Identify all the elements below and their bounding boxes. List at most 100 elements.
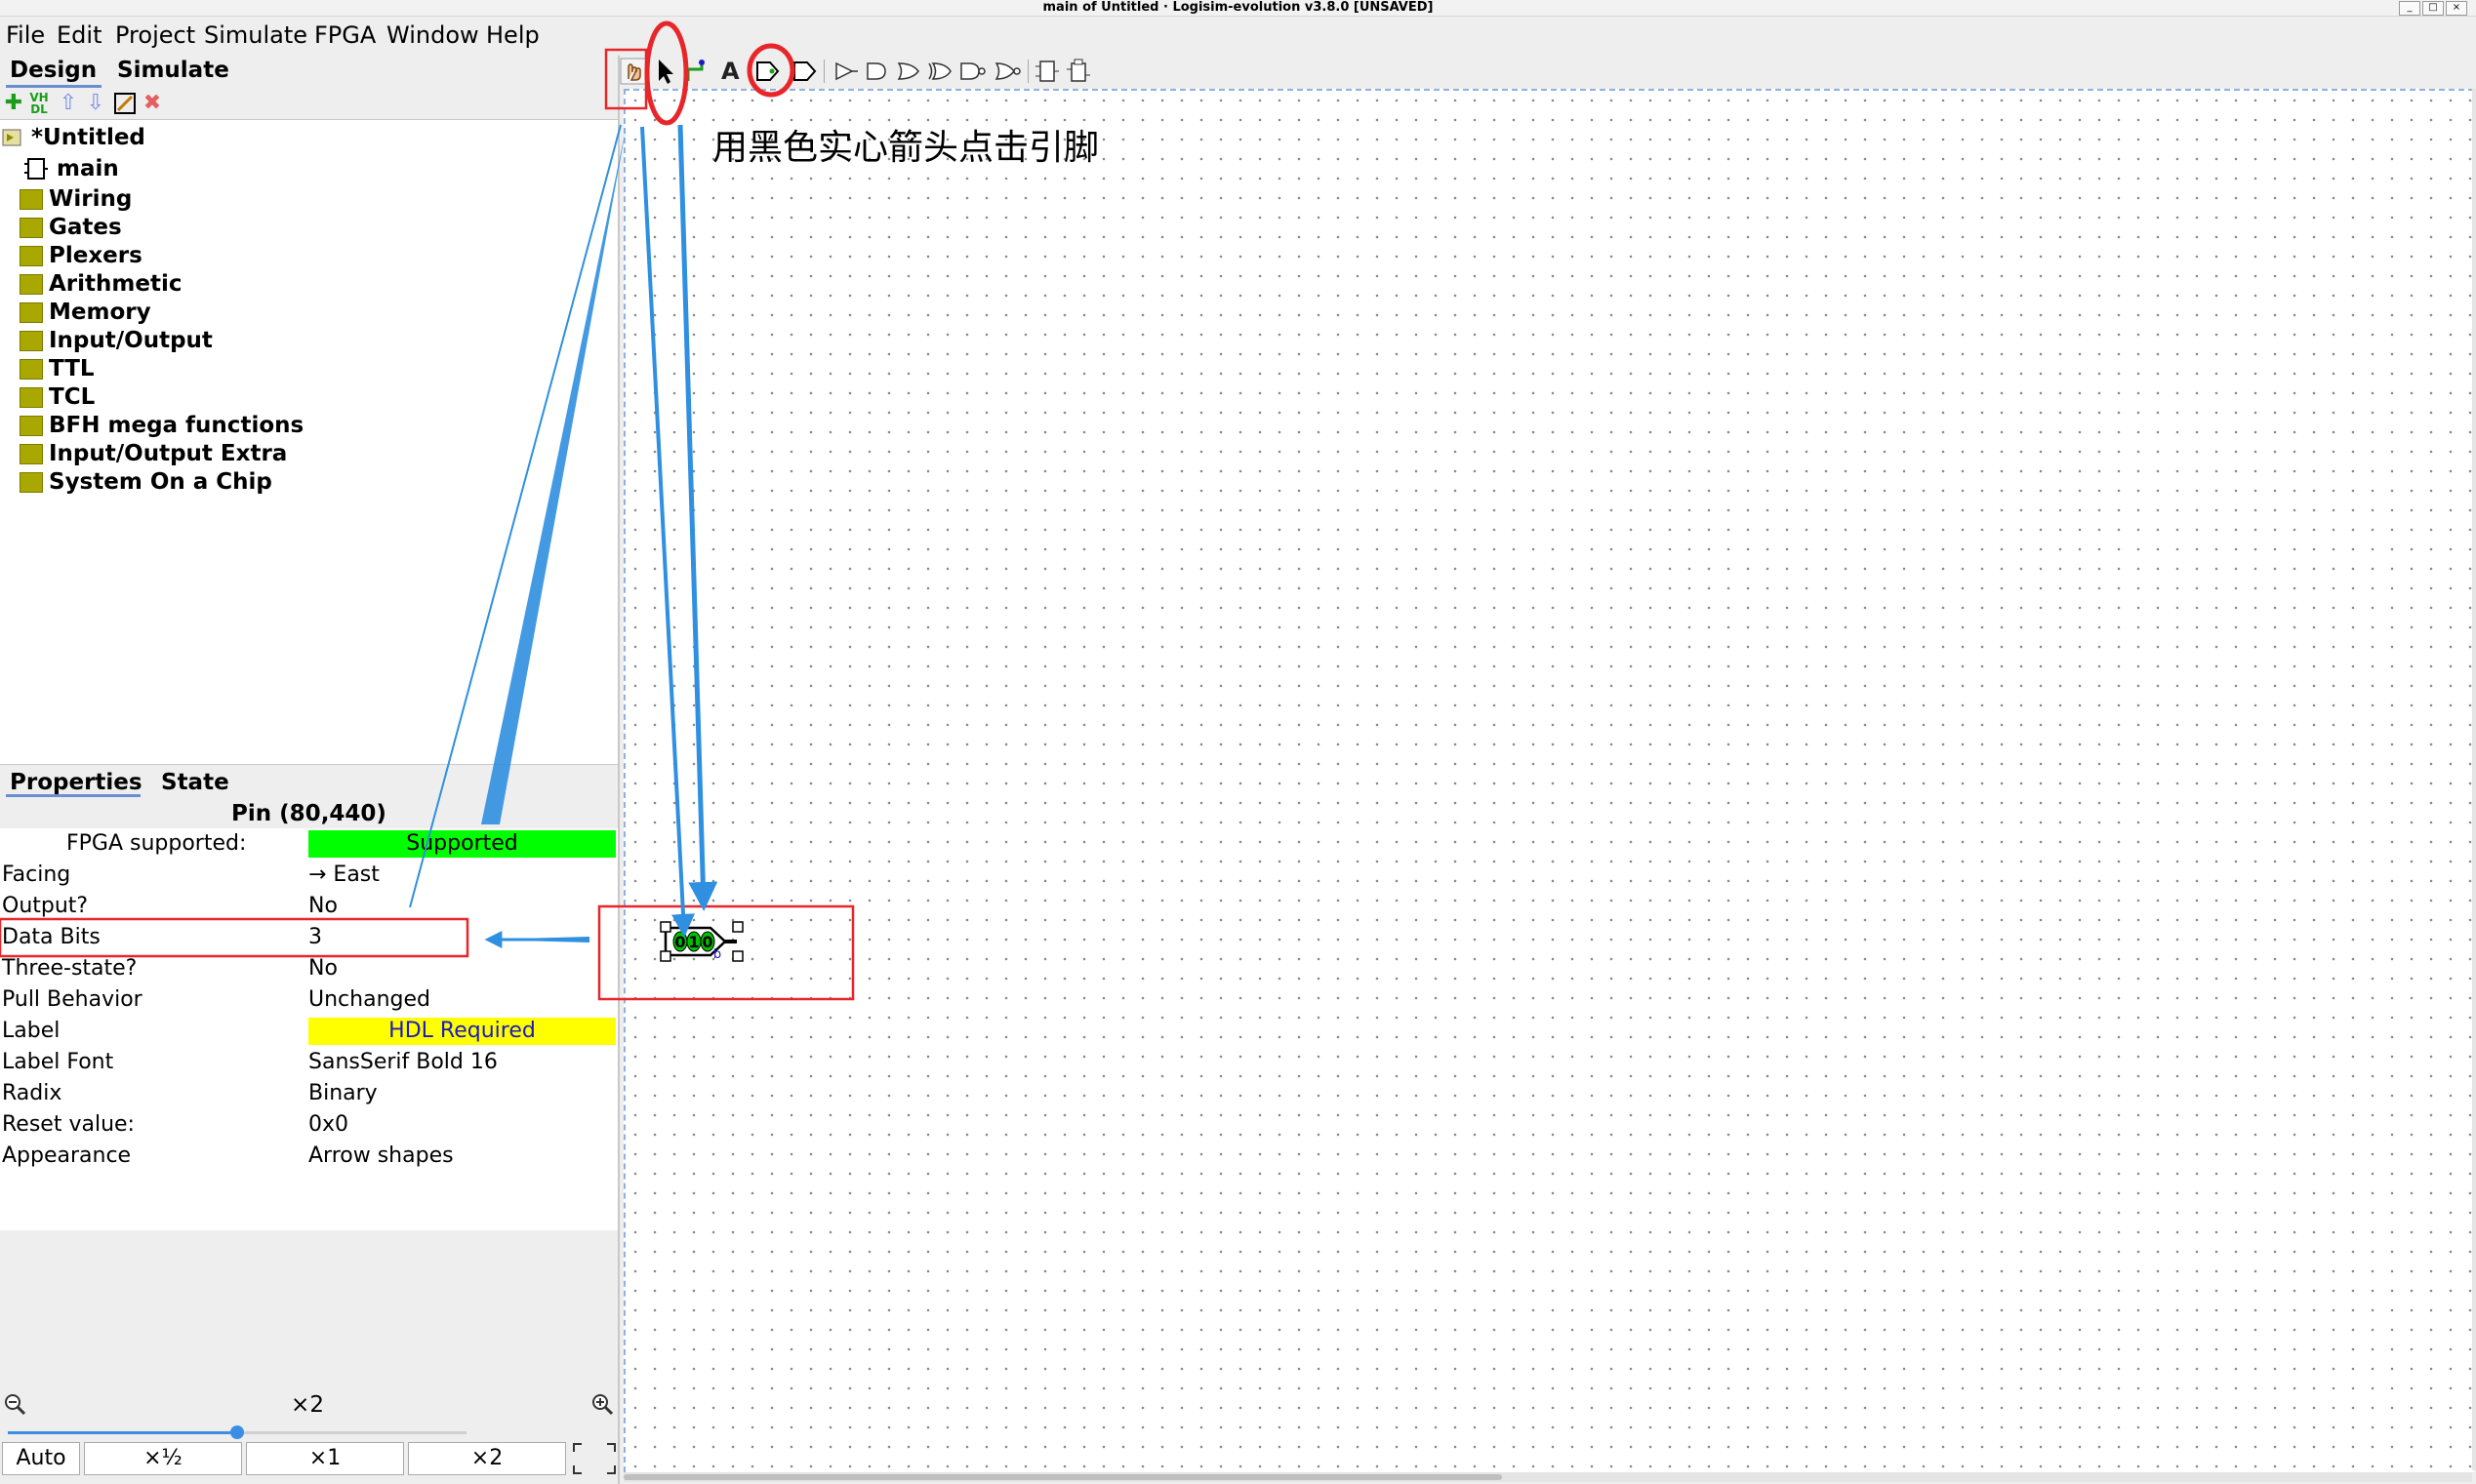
folder-icon <box>20 472 43 493</box>
fit-to-window-icon[interactable] <box>572 1442 617 1475</box>
tree-folder-plexers[interactable]: ▸Plexers <box>20 242 142 269</box>
prop-value[interactable]: 3 <box>308 922 322 953</box>
hand-poke-tool-icon[interactable] <box>620 58 647 85</box>
menu-help[interactable]: Help <box>486 20 540 50</box>
tree-item-main[interactable]: main <box>24 155 119 182</box>
prop-key: Output? <box>2 894 89 918</box>
tree-folder-ttl[interactable]: ▸TTL <box>20 355 95 382</box>
zoom-1x-button[interactable]: ×1 <box>246 1442 404 1475</box>
menu-file[interactable]: File <box>6 20 45 50</box>
tree-root-project[interactable]: *Untitled <box>2 124 145 151</box>
tree-folder-arithmetic[interactable]: ▸Arithmetic <box>20 270 182 298</box>
tab-properties[interactable]: Properties <box>10 768 142 797</box>
chip-component-icon[interactable] <box>1065 58 1092 85</box>
close-window-button[interactable]: × <box>2446 1 2467 16</box>
zoom-half-button[interactable]: ×½ <box>84 1442 242 1475</box>
prop-value[interactable]: Binary <box>308 1078 378 1109</box>
prop-key: Facing <box>2 862 71 887</box>
zoom-out-icon[interactable] <box>2 1391 27 1417</box>
selection-handle[interactable] <box>732 921 744 933</box>
menu-window[interactable]: Window <box>386 20 479 50</box>
wiring-tool-icon[interactable] <box>684 58 708 85</box>
tab-simulate[interactable]: Simulate <box>117 56 229 85</box>
text-tool-icon[interactable]: A <box>721 58 740 85</box>
nor-gate-icon[interactable] <box>993 60 1024 83</box>
add-vhdl-icon[interactable]: VH DL <box>27 92 51 115</box>
left-panel: Design Simulate ✚ VH DL ⇧ ⇩ ✖ *Untitled m… <box>0 56 620 1484</box>
scrollbar-thumb[interactable] <box>624 1474 1502 1480</box>
output-pin-tool-icon[interactable] <box>792 60 819 83</box>
tree-folder-gates[interactable]: ▸Gates <box>20 214 122 241</box>
prop-row-label[interactable]: Label HDL Required <box>0 1016 618 1047</box>
prop-row-three-state[interactable]: Three-state? No <box>0 953 618 984</box>
delete-circuit-icon[interactable]: ✖ <box>141 92 164 115</box>
prop-row-radix[interactable]: Radix Binary <box>0 1078 618 1109</box>
tree-folder-bfh-mega-functions[interactable]: ▸BFH mega functions <box>20 412 304 439</box>
zoom-auto-button[interactable]: Auto <box>2 1442 80 1475</box>
prop-value[interactable]: Unchanged <box>308 984 430 1016</box>
menu-fpga[interactable]: FPGA <box>314 20 376 50</box>
zoom-in-icon[interactable] <box>589 1391 615 1417</box>
add-circuit-component-icon[interactable] <box>1034 58 1061 85</box>
horizontal-scrollbar[interactable] <box>624 1472 2472 1482</box>
prop-value[interactable]: Arrow shapes <box>308 1141 454 1172</box>
xor-gate-icon[interactable] <box>926 60 954 83</box>
folder-icon <box>20 246 43 266</box>
prop-row-data-bits[interactable]: Data Bits 3 <box>0 922 618 953</box>
prop-value[interactable]: 0x0 <box>308 1109 348 1141</box>
vertical-scrollbar[interactable] <box>2472 89 2476 1470</box>
prop-row-output[interactable]: Output? No <box>0 891 618 922</box>
selection-handle[interactable] <box>660 950 671 962</box>
tree-folder-memory[interactable]: ▸Memory <box>20 299 151 326</box>
title-bar: main of Untitled · Logisim-evolution v3.… <box>0 0 2476 17</box>
folder-icon <box>20 331 43 351</box>
menu-simulate[interactable]: Simulate <box>204 20 307 50</box>
prop-value[interactable]: No <box>308 953 338 984</box>
move-down-icon[interactable]: ⇩ <box>84 92 107 115</box>
prop-row-pull-behavior[interactable]: Pull Behavior Unchanged <box>0 984 618 1016</box>
zoom-2x-button[interactable]: ×2 <box>408 1442 566 1475</box>
tree-folder-wiring[interactable]: ▸Wiring <box>20 185 132 213</box>
prop-value-hdl-required[interactable]: HDL Required <box>308 1018 616 1045</box>
prop-row-appearance[interactable]: Appearance Arrow shapes <box>0 1141 618 1172</box>
prop-value[interactable]: → East <box>308 860 380 891</box>
prop-row-reset-value[interactable]: Reset value: 0x0 <box>0 1109 618 1141</box>
input-pin-tool-icon[interactable] <box>754 60 782 83</box>
maximize-button[interactable]: □ <box>2422 1 2444 16</box>
prop-value[interactable]: No <box>308 891 338 922</box>
select-arrow-tool-icon[interactable] <box>655 58 678 85</box>
prop-row-facing[interactable]: Facing → East <box>0 860 618 891</box>
menu-edit[interactable]: Edit <box>57 20 101 50</box>
or-gate-icon[interactable] <box>895 60 922 83</box>
folder-label: BFH mega functions <box>49 413 304 438</box>
add-circuit-icon[interactable]: ✚ <box>2 92 25 115</box>
zoom-slider-track[interactable] <box>8 1425 467 1439</box>
circuit-name: main <box>57 156 119 181</box>
zoom-level-label: ×2 <box>291 1392 324 1418</box>
folder-icon <box>20 416 43 436</box>
prop-row-label-font[interactable]: Label Font SansSerif Bold 16 <box>0 1047 618 1078</box>
folder-icon <box>20 302 43 323</box>
move-up-icon[interactable]: ⇧ <box>57 92 80 115</box>
input-pin-component[interactable]: 0 1 0 b <box>657 917 754 966</box>
edit-appearance-icon[interactable] <box>113 92 137 115</box>
tree-folder-input-output[interactable]: ▸Input/Output <box>20 327 213 354</box>
tree-folder-input-output-extra[interactable]: ▸Input/Output Extra <box>20 440 287 467</box>
folder-icon <box>20 359 43 380</box>
circuit-canvas[interactable] <box>624 89 2474 1472</box>
tree-folder-tcl[interactable]: ▸TCL <box>20 383 96 411</box>
and-gate-icon[interactable] <box>864 60 891 83</box>
selection-handle[interactable] <box>660 921 671 933</box>
folder-label: TCL <box>49 384 96 410</box>
tab-state[interactable]: State <box>161 768 229 797</box>
buffer-gate-icon[interactable] <box>832 60 860 83</box>
nand-gate-icon[interactable] <box>957 60 989 83</box>
toolbar-separator <box>1028 60 1029 83</box>
tree-folder-system-on-a-chip[interactable]: ▸System On a Chip <box>20 468 272 496</box>
tab-design[interactable]: Design <box>10 56 97 85</box>
prop-value[interactable]: SansSerif Bold 16 <box>308 1047 498 1078</box>
menu-project[interactable]: Project <box>115 20 195 50</box>
selection-handle[interactable] <box>732 950 744 962</box>
zoom-slider-handle[interactable] <box>230 1425 244 1439</box>
minimize-button[interactable]: _ <box>2399 1 2420 16</box>
